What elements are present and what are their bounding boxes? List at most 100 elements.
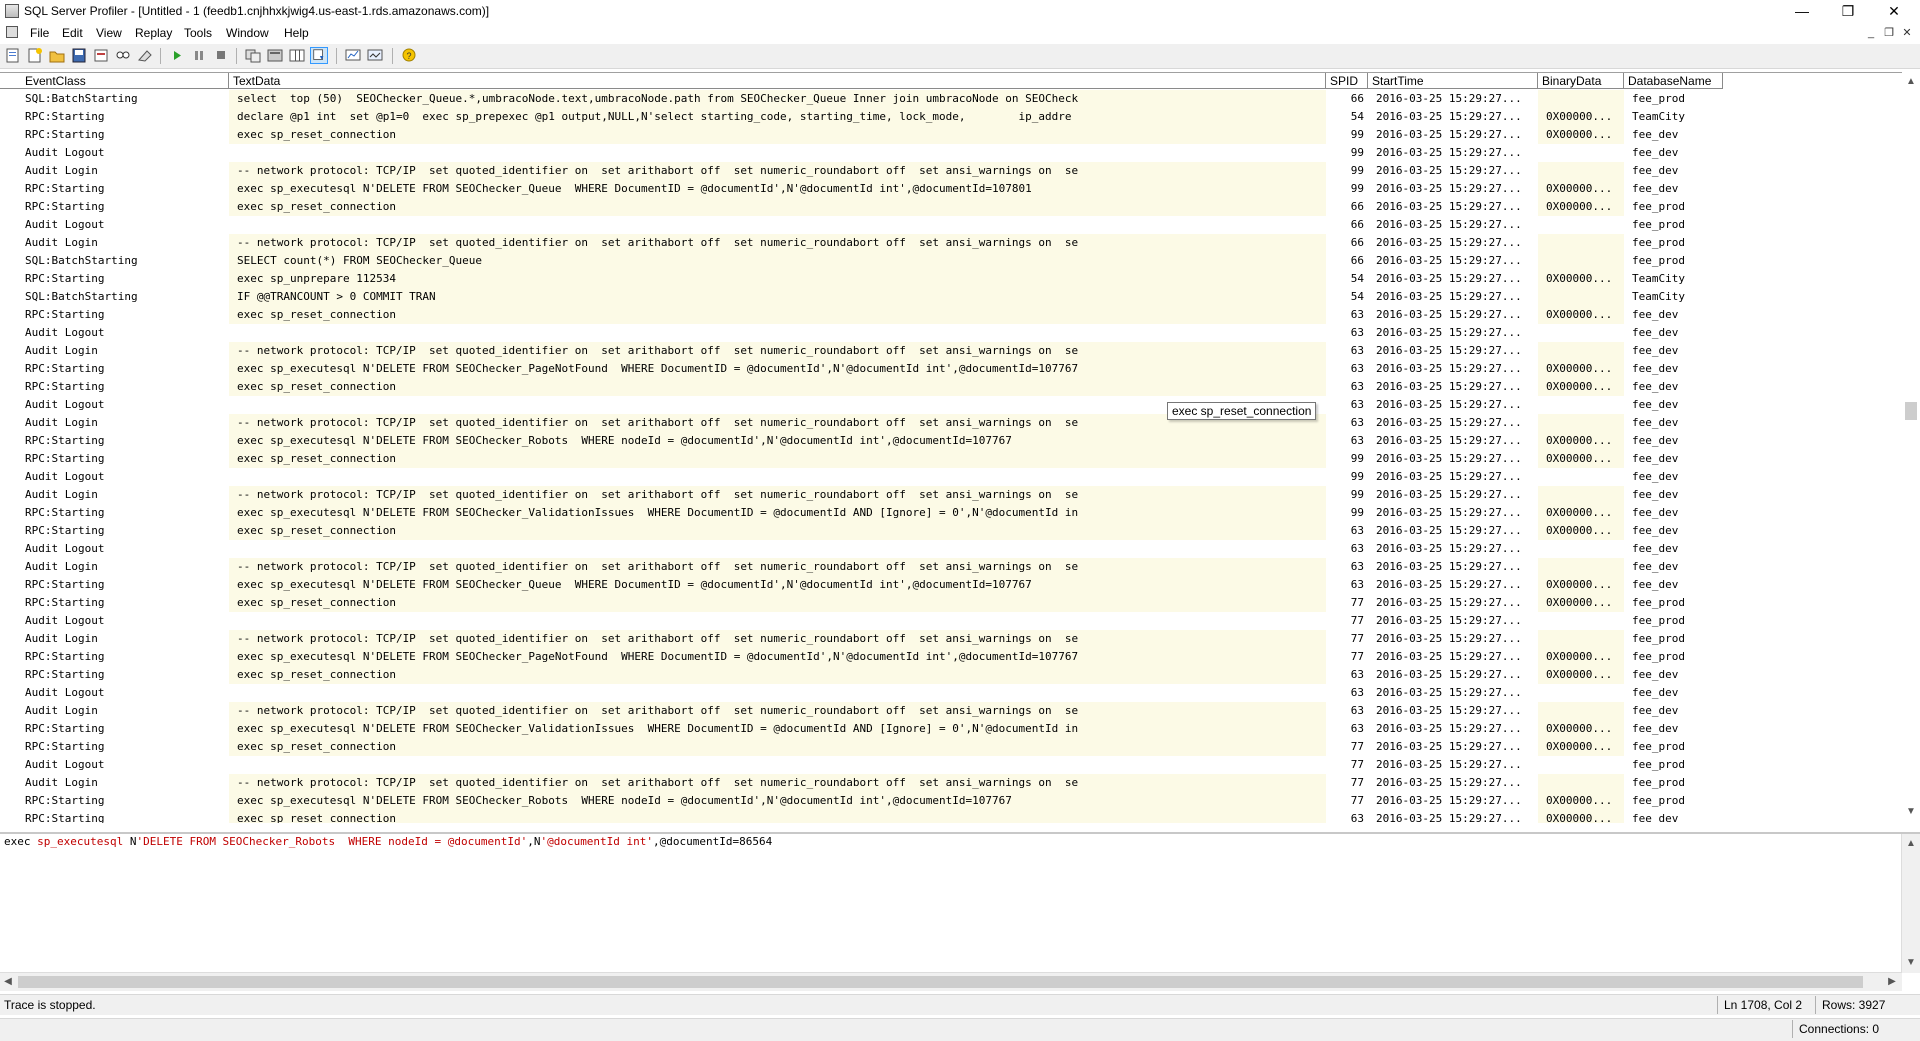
template-icon[interactable]	[26, 47, 44, 64]
autoscroll-icon[interactable]	[310, 47, 328, 64]
table-row[interactable]: RPC:Starting exec sp_executesql N'DELETE …	[0, 720, 1723, 738]
menu-file[interactable]: File	[30, 26, 49, 40]
table-row[interactable]: RPC:Starting exec sp_reset_connection 99 20…	[0, 450, 1723, 468]
table-row[interactable]: SQL:BatchStarting SELECT count(*) FROM SE…	[0, 252, 1723, 270]
column-header-starttime[interactable]: StartTime	[1368, 73, 1538, 89]
table-row[interactable]: RPC:Starting exec sp_executesql N'DELETE …	[0, 576, 1723, 594]
table-row[interactable]: RPC:Starting exec sp_executesql N'DELETE …	[0, 432, 1723, 450]
cell-eventclass: Audit Logout	[25, 686, 105, 699]
cell-textdata: exec sp_reset_connection	[229, 198, 1326, 216]
table-row[interactable]: RPC:Starting exec sp_reset_connection 63 20…	[0, 810, 1723, 823]
textdata-detail-pane[interactable]: exec sp_executesql N'DELETE FROM SEOChec…	[0, 832, 1920, 991]
table-row[interactable]: Audit Logout 99 2016-03-25 15:29:27... fee_…	[0, 144, 1723, 162]
table-row[interactable]: Audit Login -- network protocol: TCP/IP s…	[0, 486, 1723, 504]
properties-icon[interactable]	[92, 47, 110, 64]
table-row[interactable]: RPC:Starting exec sp_reset_connection 77 20…	[0, 738, 1723, 756]
scroll-up-icon[interactable]: ▲	[1902, 74, 1920, 90]
scroll-thumb[interactable]	[18, 976, 1863, 988]
column-header-binarydata[interactable]: BinaryData	[1538, 73, 1624, 89]
menu-tools[interactable]: Tools	[184, 26, 212, 40]
table-row[interactable]: RPC:Starting exec sp_reset_connection 63 20…	[0, 306, 1723, 324]
table-row[interactable]: RPC:Starting exec sp_reset_connection 63 20…	[0, 666, 1723, 684]
table-row[interactable]: Audit Login -- network protocol: TCP/IP s…	[0, 234, 1723, 252]
table-row[interactable]: Audit Login -- network protocol: TCP/IP s…	[0, 558, 1723, 576]
table-row[interactable]: Audit Logout 77 2016-03-25 15:29:27... fee_…	[0, 756, 1723, 774]
column-header-spid[interactable]: SPID	[1326, 73, 1368, 89]
menu-replay[interactable]: Replay	[135, 26, 172, 40]
table-row[interactable]: RPC:Starting exec sp_executesql N'DELETE …	[0, 360, 1723, 378]
table-row[interactable]: Audit Login -- network protocol: TCP/IP s…	[0, 702, 1723, 720]
cell-starttime: 2016-03-25 15:29:27...	[1376, 146, 1522, 159]
table-row[interactable]: Audit Login -- network protocol: TCP/IP s…	[0, 342, 1723, 360]
open-icon[interactable]	[48, 47, 66, 64]
cell-databasename: TeamCity	[1632, 272, 1685, 285]
find-icon[interactable]	[114, 47, 132, 64]
trace-grid[interactable]: EventClass TextData SPID StartTime Binar…	[0, 72, 1902, 823]
table-row[interactable]: Audit Login -- network protocol: TCP/IP s…	[0, 414, 1723, 432]
table-row[interactable]: RPC:Starting exec sp_unprepare 112534 54 20…	[0, 270, 1723, 288]
document-icon[interactable]	[6, 26, 18, 38]
perfmon-icon[interactable]	[266, 47, 284, 64]
menu-edit[interactable]: Edit	[62, 26, 83, 40]
table-row[interactable]: SQL:BatchStarting select top (50) SEOChec…	[0, 90, 1723, 108]
table-row[interactable]: RPC:Starting exec sp_executesql N'DELETE …	[0, 180, 1723, 198]
table-row[interactable]: Audit Login -- network protocol: TCP/IP s…	[0, 630, 1723, 648]
scroll-thumb[interactable]	[1905, 402, 1917, 420]
table-row[interactable]: Audit Logout 77 2016-03-25 15:29:27... fee_…	[0, 612, 1723, 630]
table-row[interactable]: Audit Logout 63 2016-03-25 15:29:27... fee_…	[0, 540, 1723, 558]
cell-eventclass: RPC:Starting	[25, 812, 105, 823]
column-header-eventclass[interactable]: EventClass	[0, 73, 229, 89]
column-header-textdata[interactable]: TextData	[229, 73, 1326, 89]
menu-view[interactable]: View	[96, 26, 122, 40]
pause-icon[interactable]	[190, 47, 208, 64]
cell-textdata: exec sp_reset_connection	[229, 378, 1326, 396]
scroll-left-icon[interactable]: ◀	[0, 974, 16, 990]
table-row[interactable]: RPC:Starting exec sp_reset_connection 63 20…	[0, 522, 1723, 540]
table-row[interactable]: RPC:Starting exec sp_executesql N'DELETE …	[0, 792, 1723, 810]
table-row[interactable]: Audit Logout 99 2016-03-25 15:29:27... fee_…	[0, 468, 1723, 486]
close-button[interactable]: ✕	[1871, 0, 1917, 22]
clear-icon[interactable]	[136, 47, 154, 64]
table-row[interactable]: SQL:BatchStarting IF @@TRANCOUNT > 0 COMM…	[0, 288, 1723, 306]
help-icon[interactable]: ?	[400, 47, 418, 64]
menu-help[interactable]: Help	[284, 26, 309, 40]
start-icon[interactable]	[168, 47, 186, 64]
activity-icon[interactable]	[366, 47, 384, 64]
cell-textdata: -- network protocol: TCP/IP set quoted_i…	[229, 234, 1326, 252]
mdi-close-button[interactable]: ✕	[1896, 24, 1918, 42]
restore-button[interactable]: ❐	[1825, 0, 1871, 22]
scroll-right-icon[interactable]: ▶	[1884, 974, 1900, 990]
table-row[interactable]: Audit Login -- network protocol: TCP/IP s…	[0, 162, 1723, 180]
table-row[interactable]: RPC:Starting declare @p1 int set @p1=0 ex…	[0, 108, 1723, 126]
detail-vertical-scrollbar[interactable]: ▲ ▼	[1901, 834, 1920, 973]
save-icon[interactable]	[70, 47, 88, 64]
table-row[interactable]: RPC:Starting exec sp_reset_connection 66 20…	[0, 198, 1723, 216]
column-icon[interactable]	[288, 47, 306, 64]
table-row[interactable]: RPC:Starting exec sp_reset_connection 99 20…	[0, 126, 1723, 144]
column-header-databasename[interactable]: DatabaseName	[1624, 73, 1723, 89]
cell-textdata: exec sp_executesql N'DELETE FROM SEOChec…	[229, 180, 1326, 198]
cell-spid: 66	[1350, 254, 1364, 267]
table-row[interactable]: Audit Logout 63 2016-03-25 15:29:27... fee_…	[0, 684, 1723, 702]
table-row[interactable]: RPC:Starting exec sp_reset_connection 63 20…	[0, 378, 1723, 396]
scroll-down-icon[interactable]: ▼	[1902, 955, 1920, 971]
minimize-button[interactable]: —	[1779, 0, 1825, 22]
table-row[interactable]: Audit Logout 63 2016-03-25 15:29:27... fee_…	[0, 396, 1723, 414]
table-row[interactable]: RPC:Starting exec sp_reset_connection 77 20…	[0, 594, 1723, 612]
cell-starttime: 2016-03-25 15:29:27...	[1376, 560, 1522, 573]
sql-icon[interactable]	[244, 47, 262, 64]
table-row[interactable]: Audit Logout 66 2016-03-25 15:29:27... fee_…	[0, 216, 1723, 234]
stop-icon[interactable]	[212, 47, 230, 64]
new-trace-icon[interactable]	[4, 47, 22, 64]
scroll-down-icon[interactable]: ▼	[1902, 804, 1920, 820]
monitor-icon[interactable]	[344, 47, 362, 64]
detail-horizontal-scrollbar[interactable]: ◀ ▶	[0, 972, 1902, 991]
table-row[interactable]: Audit Login -- network protocol: TCP/IP s…	[0, 774, 1723, 792]
grid-vertical-scrollbar[interactable]: ▲ ▼	[1902, 72, 1920, 822]
menu-window[interactable]: Window	[226, 26, 269, 40]
cell-textdata	[229, 684, 1326, 702]
table-row[interactable]: RPC:Starting exec sp_executesql N'DELETE …	[0, 648, 1723, 666]
scroll-up-icon[interactable]: ▲	[1902, 836, 1920, 852]
table-row[interactable]: RPC:Starting exec sp_executesql N'DELETE …	[0, 504, 1723, 522]
table-row[interactable]: Audit Logout 63 2016-03-25 15:29:27... fee_…	[0, 324, 1723, 342]
